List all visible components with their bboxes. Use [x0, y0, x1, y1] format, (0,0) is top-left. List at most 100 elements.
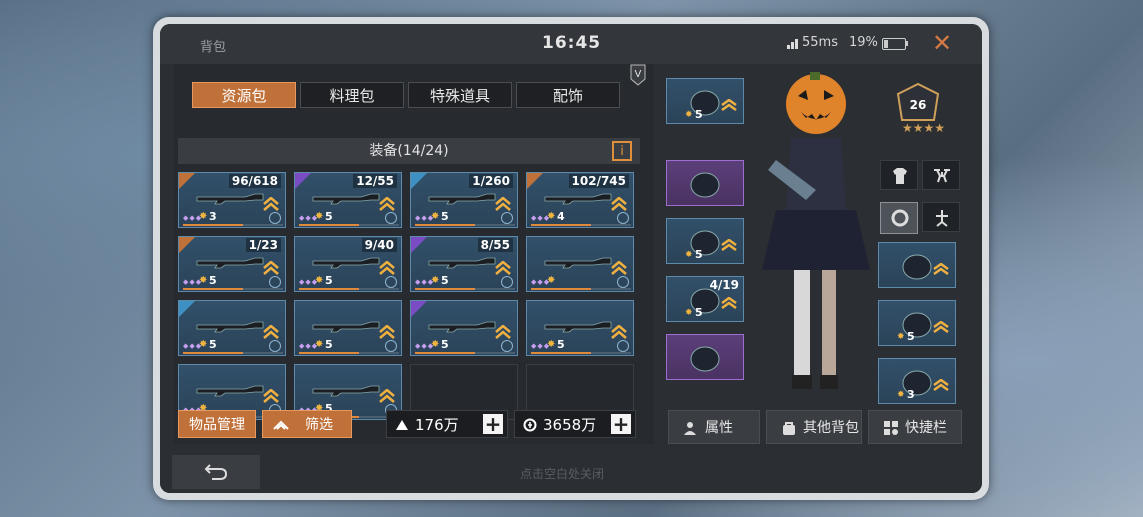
stand-button[interactable]: [922, 202, 960, 232]
character-avatar[interactable]: [746, 70, 886, 400]
currency-coins: 3658万 +: [514, 410, 636, 438]
tab-accessories[interactable]: 配饰: [516, 82, 620, 108]
drone-icon: [934, 169, 950, 183]
item-level: 5: [325, 338, 333, 351]
clock: 16:45: [542, 33, 602, 53]
gear-icon: [617, 212, 629, 224]
rank-chevron-icon: [263, 325, 279, 339]
item-level: 5: [557, 338, 565, 351]
equipment-slot[interactable]: ✸ 5: [666, 218, 744, 264]
equipment-slot[interactable]: [666, 334, 744, 380]
rank-chevron-icon: [721, 297, 737, 309]
rank-chevron-icon: [933, 321, 949, 333]
star-icon: ✸: [547, 275, 556, 286]
rarity-corner: [527, 173, 543, 189]
footer-bar: 点击空白处关闭: [160, 451, 982, 493]
durability-bar: [531, 352, 631, 354]
equipment-slot[interactable]: ✸ 5: [878, 300, 956, 346]
filter-button[interactable]: 筛选: [262, 410, 352, 438]
equipment-count-label: 装备(14/24): [369, 143, 449, 159]
inventory-slot[interactable]: ◆◆◆✸5: [526, 300, 634, 356]
drone-button[interactable]: [922, 160, 960, 190]
attributes-button[interactable]: 属性: [668, 410, 760, 444]
close-button[interactable]: ✕: [930, 30, 954, 56]
inventory-slot[interactable]: 96/618 ◆◆◆ ✸ 3: [178, 172, 286, 228]
inventory-slot[interactable]: 12/55 ◆◆◆ ✸ 5: [294, 172, 402, 228]
tab-resources[interactable]: 资源包: [192, 82, 296, 108]
star-icon: ✸: [547, 339, 556, 350]
rarity-corner: [295, 173, 311, 189]
equipment-slot[interactable]: ✸ 5: [666, 78, 744, 124]
weapon-icon: [196, 193, 264, 205]
inventory-slot[interactable]: ◆◆◆✸5: [410, 300, 518, 356]
back-arrow-icon: [204, 464, 228, 480]
tab-cooking[interactable]: 料理包: [300, 82, 404, 108]
item-count: 102/745: [568, 174, 629, 188]
inventory-slot[interactable]: ◆◆◆✸5: [294, 300, 402, 356]
outfit-button[interactable]: [880, 160, 918, 190]
inventory-slot[interactable]: 102/745 ◆◆◆ ✸ 4: [526, 172, 634, 228]
ring-icon: [891, 209, 909, 227]
durability-bar: [531, 288, 631, 290]
gear-icon: [501, 212, 513, 224]
tab-special-items[interactable]: 特殊道具: [408, 82, 512, 108]
back-button[interactable]: [172, 455, 260, 489]
item-level: 5: [695, 306, 703, 319]
equipment-icon: [902, 254, 932, 280]
star-icon: ✸: [431, 339, 440, 350]
equipment-icon: [690, 346, 720, 372]
top-bar: 背包 16:45 55ms 19% ✕: [160, 24, 982, 64]
star-icon: ✸: [685, 308, 693, 318]
equipment-slot[interactable]: 4/19 ✸ 5: [666, 276, 744, 322]
gear-icon: [385, 340, 397, 352]
gear-icon: [617, 276, 629, 288]
svg-text:★★★★: ★★★★: [902, 121, 945, 135]
equipment-slot[interactable]: [878, 242, 956, 288]
durability-bar: [299, 224, 399, 226]
weapon-icon: [312, 321, 380, 333]
equipment-slot[interactable]: ✸ 3: [878, 358, 956, 404]
quickbar-button[interactable]: 快捷栏: [868, 410, 962, 444]
weapon-icon: [544, 321, 612, 333]
other-bags-button[interactable]: 其他背包: [766, 410, 862, 444]
weapon-icon: [196, 321, 264, 333]
quickbar-label: 快捷栏: [905, 420, 947, 436]
info-button[interactable]: i: [612, 141, 632, 161]
item-count: 8/55: [477, 238, 513, 252]
rarity-corner: [411, 301, 427, 317]
star-icon: ✸: [547, 211, 556, 222]
rank-chevron-icon: [495, 197, 511, 211]
add-coins-button[interactable]: +: [611, 414, 631, 434]
equipment-slot[interactable]: [666, 160, 744, 206]
inventory-slot[interactable]: ◆◆◆✸5: [178, 300, 286, 356]
inventory-slot[interactable]: 1/23 ◆◆◆ ✸ 5: [178, 236, 286, 292]
rank-chevron-icon: [933, 379, 949, 391]
currency-value: 3658万: [543, 416, 597, 434]
item-count: 12/55: [353, 174, 397, 188]
rarity-corner: [179, 173, 195, 189]
durability-bar: [299, 352, 399, 354]
item-count: 4/19: [709, 278, 739, 292]
add-currency-button[interactable]: +: [483, 414, 503, 434]
weapon-icon: [312, 193, 380, 205]
person-icon: [684, 422, 696, 435]
weapon-icon: [428, 321, 496, 333]
equipment-header: 装备(14/24) i: [178, 138, 640, 164]
window-title: 背包: [200, 40, 227, 55]
grid-icon: [884, 421, 898, 435]
inventory-slot[interactable]: 9/40 ◆◆◆ ✸ 5: [294, 236, 402, 292]
rarity-corner: [411, 173, 427, 189]
ring-button[interactable]: [880, 202, 918, 234]
item-level: 5: [695, 108, 703, 121]
rank-chevron-icon: [611, 197, 627, 211]
item-count: 9/40: [361, 238, 397, 252]
inventory-slot[interactable]: 8/55 ◆◆◆ ✸ 5: [410, 236, 518, 292]
durability-bar: [415, 288, 515, 290]
item-management-button[interactable]: 物品管理: [178, 410, 256, 438]
rank-chevron-icon: [495, 325, 511, 339]
attributes-label: 属性: [705, 420, 733, 436]
inventory-slot[interactable]: ◆◆◆✸: [526, 236, 634, 292]
rank-chevron-icon: [611, 325, 627, 339]
item-level: 5: [695, 248, 703, 261]
inventory-slot[interactable]: 1/260 ◆◆◆ ✸ 5: [410, 172, 518, 228]
